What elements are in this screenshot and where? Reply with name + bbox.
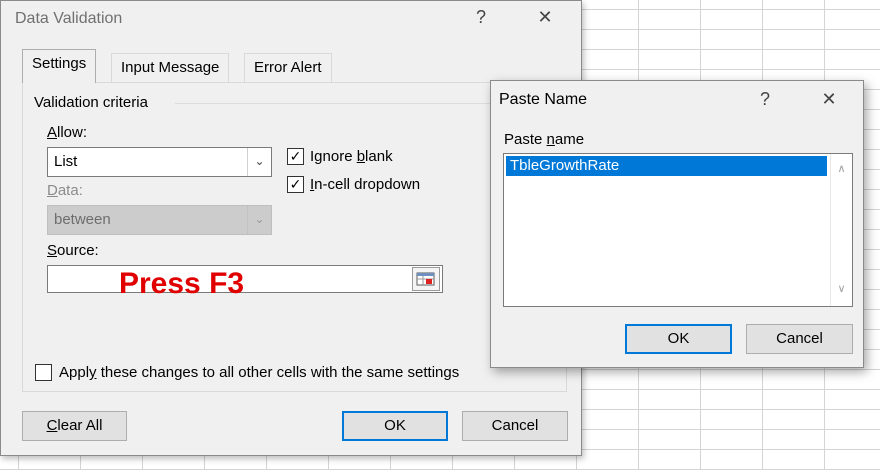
paste-name-dialog: Paste Name ? ✕ Paste name TbleGrowthRate… <box>490 80 864 368</box>
press-f3-annotation: Press F3 <box>119 267 245 300</box>
data-label: Data: <box>47 182 83 199</box>
scroll-up-icon[interactable]: ∧ <box>831 162 852 175</box>
clear-all-button[interactable]: Clear All <box>22 411 127 441</box>
source-input[interactable] <box>47 265 443 293</box>
close-icon[interactable]: ✕ <box>533 7 557 28</box>
paste-name-cancel-button[interactable]: Cancel <box>746 324 853 354</box>
list-item[interactable]: TbleGrowthRate <box>506 156 827 176</box>
dialog-title: Data Validation <box>15 10 123 27</box>
allow-select[interactable]: List ⌄ <box>47 147 272 177</box>
data-select: between ⌄ <box>47 205 272 235</box>
chevron-down-icon[interactable]: ⌄ <box>247 148 271 176</box>
cancel-button[interactable]: Cancel <box>462 411 568 441</box>
allow-label: Allow: <box>47 124 88 141</box>
settings-panel <box>22 82 567 392</box>
help-icon[interactable]: ? <box>469 7 493 28</box>
source-label: Source: <box>47 242 99 259</box>
tab-error-alert[interactable]: Error Alert <box>244 53 332 83</box>
close-icon[interactable]: ✕ <box>817 89 841 110</box>
allow-value: List <box>54 153 78 170</box>
ignore-blank-label[interactable]: Ignore blank <box>310 148 393 165</box>
paste-name-title: Paste Name <box>499 91 588 108</box>
tab-settings[interactable]: Settings <box>22 49 97 83</box>
apply-all-label[interactable]: Apply these changes to all other cells w… <box>59 364 459 381</box>
paste-name-list-label: Paste name <box>504 131 585 148</box>
paste-name-listbox[interactable]: TbleGrowthRate ∧ ∨ <box>503 153 853 307</box>
data-value: between <box>54 211 111 228</box>
vertical-scrollbar[interactable]: ∧ ∨ <box>830 154 852 306</box>
in-cell-dropdown-label[interactable]: In-cell dropdown <box>310 176 420 193</box>
group-label-validation-criteria: Validation criteria <box>34 94 148 111</box>
help-icon[interactable]: ? <box>753 89 777 110</box>
ok-button[interactable]: OK <box>342 411 448 441</box>
paste-name-ok-button[interactable]: OK <box>625 324 732 354</box>
in-cell-dropdown-checkbox[interactable]: ✓ <box>287 176 304 193</box>
range-selector-button[interactable] <box>412 267 440 291</box>
ignore-blank-checkbox[interactable]: ✓ <box>287 148 304 165</box>
chevron-down-icon: ⌄ <box>247 206 271 234</box>
collapse-dialog-icon <box>416 272 435 286</box>
scroll-down-icon[interactable]: ∨ <box>831 282 852 295</box>
apply-all-checkbox[interactable] <box>35 364 52 381</box>
tab-input-message[interactable]: Input Message <box>111 53 230 83</box>
